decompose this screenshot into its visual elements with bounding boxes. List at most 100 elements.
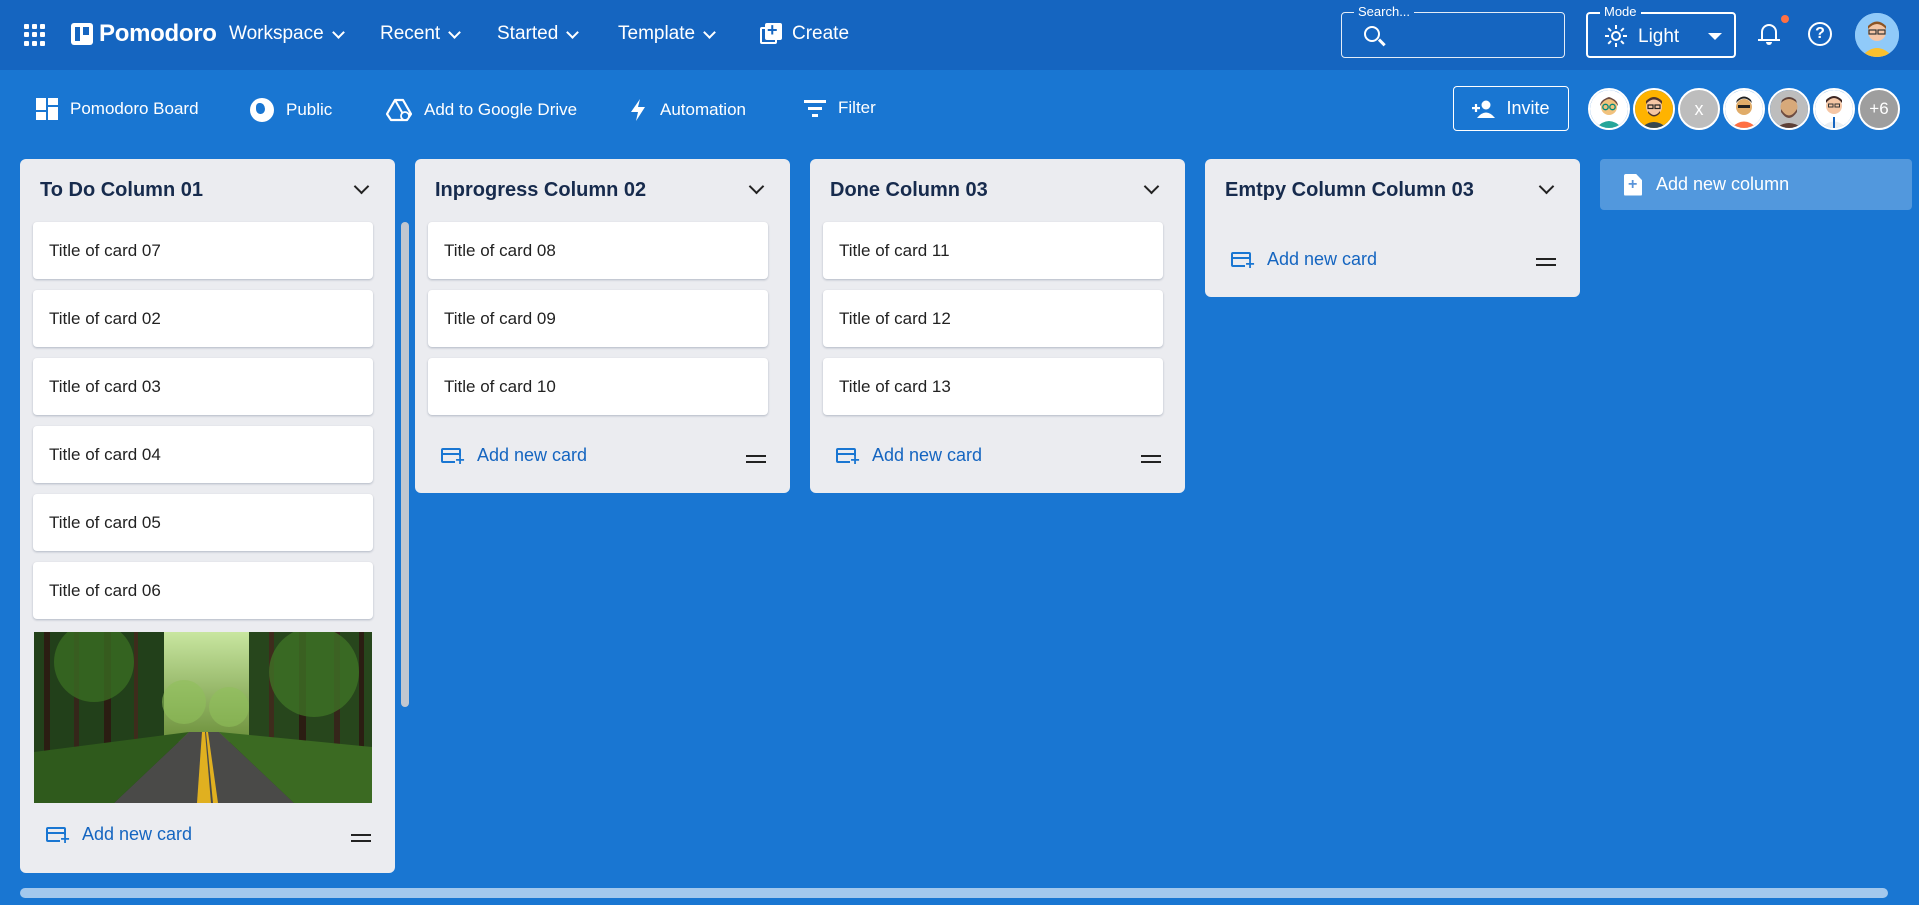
board-horizontal-scrollbar[interactable] (20, 888, 1888, 898)
user-avatar[interactable] (1855, 13, 1899, 57)
nav-template-label: Template (618, 23, 696, 44)
caret-down-icon (1708, 33, 1722, 40)
note-add-icon (1624, 173, 1642, 196)
board-card[interactable]: Title of card 07 (33, 222, 373, 279)
board-column: Done Column 03 Title of card 11 Title of… (810, 159, 1185, 493)
board-column: Emtpy Column Column 03 + Add new card (1205, 159, 1580, 297)
chevron-down-icon[interactable] (1143, 178, 1160, 195)
chevron-down-icon (448, 25, 462, 39)
column-scrollbar[interactable] (401, 222, 409, 707)
help-icon[interactable]: ? (1808, 22, 1832, 46)
add-card-button[interactable]: + Add new card (1231, 249, 1378, 272)
board-card[interactable]: Title of card 12 (823, 290, 1163, 347)
add-card-icon: + (836, 446, 860, 468)
add-card-label: Add new card (82, 824, 193, 844)
sun-icon (1606, 25, 1626, 47)
app-bar: Pomodoro Workspace Recent Started Templa… (0, 0, 1919, 70)
notifications-bell-icon[interactable] (1758, 22, 1780, 46)
filter-button[interactable]: Filter (804, 98, 876, 118)
member-avatar[interactable] (1588, 88, 1630, 130)
card-cover-image[interactable] (34, 632, 372, 803)
chevron-down-icon[interactable] (353, 178, 370, 195)
search-icon (1364, 26, 1380, 42)
add-card-label: Add new card (872, 445, 983, 465)
member-avatar[interactable] (1813, 88, 1855, 130)
column-title[interactable]: Done Column 03 (830, 179, 988, 202)
nav-template[interactable]: Template (618, 23, 716, 45)
board-card[interactable]: Title of card 02 (33, 290, 373, 347)
nav-recent[interactable]: Recent (380, 23, 462, 45)
search-input[interactable] (1394, 23, 1554, 47)
column-title[interactable]: To Do Column 01 (40, 179, 203, 202)
google-drive-button[interactable]: Add to Google Drive (386, 98, 577, 122)
nav-recent-label: Recent (380, 23, 441, 44)
drag-handle-icon[interactable] (1536, 258, 1556, 266)
add-card-label: Add new card (1267, 249, 1378, 269)
column-title[interactable]: Emtpy Column Column 03 (1225, 179, 1474, 202)
nav-workspace[interactable]: Workspace (229, 23, 345, 45)
add-card-icon: + (1231, 250, 1255, 272)
globe-icon (250, 98, 274, 122)
board-name: Pomodoro Board (70, 99, 199, 118)
add-card-button[interactable]: + Add new card (836, 445, 983, 468)
visibility-label: Public (286, 100, 333, 119)
add-card-button[interactable]: + Add new card (441, 445, 588, 468)
search-field[interactable]: Search... (1341, 4, 1565, 58)
board-column: Inprogress Column 02 Title of card 08 Ti… (415, 159, 790, 493)
add-card-button[interactable]: + Add new card (46, 824, 193, 847)
board-card[interactable]: Title of card 08 (428, 222, 768, 279)
board-card[interactable]: Title of card 10 (428, 358, 768, 415)
drag-handle-icon[interactable] (351, 834, 371, 842)
create-button[interactable]: Create (760, 20, 850, 45)
board-card[interactable]: Title of card 05 (33, 494, 373, 551)
chevron-down-icon (703, 25, 716, 39)
member-avatars: x +6 (1588, 88, 1900, 130)
nav-started[interactable]: Started (497, 23, 580, 45)
invite-button[interactable]: Invite (1453, 86, 1569, 131)
board-card[interactable]: Title of card 13 (823, 358, 1163, 415)
google-drive-icon (386, 98, 412, 122)
add-card-label: Add new card (477, 445, 588, 465)
apps-grid-icon[interactable] (24, 24, 46, 46)
chevron-down-icon (566, 25, 580, 39)
chevron-down-icon[interactable] (1538, 178, 1555, 195)
drag-handle-icon[interactable] (746, 455, 766, 463)
filter-icon (804, 100, 826, 117)
board-card[interactable]: Title of card 11 (823, 222, 1163, 279)
notification-badge (1781, 15, 1789, 23)
google-drive-label: Add to Google Drive (424, 100, 578, 119)
mode-value: Light (1638, 26, 1680, 47)
app-logo[interactable]: Pomodoro (71, 20, 217, 48)
create-label: Create (792, 23, 850, 44)
bolt-icon (631, 99, 645, 121)
board-card[interactable]: Title of card 03 (33, 358, 373, 415)
member-avatar[interactable] (1633, 88, 1675, 130)
add-column-button[interactable]: Add new column (1600, 159, 1912, 210)
mode-select[interactable]: Mode Light (1586, 4, 1736, 58)
member-avatar-initial[interactable]: x (1678, 88, 1720, 130)
member-avatar[interactable] (1768, 88, 1810, 130)
board-name-button[interactable]: Pomodoro Board (36, 98, 199, 120)
dashboard-icon (36, 98, 58, 120)
invite-label: Invite (1506, 98, 1550, 118)
board-logo-icon (71, 23, 93, 45)
nav-started-label: Started (497, 23, 559, 44)
add-card-icon: + (46, 825, 70, 847)
drag-handle-icon[interactable] (1141, 455, 1161, 463)
chevron-down-icon (331, 25, 345, 39)
board-card[interactable]: Title of card 04 (33, 426, 373, 483)
filter-label: Filter (838, 98, 876, 117)
column-title[interactable]: Inprogress Column 02 (435, 179, 646, 202)
visibility-button[interactable]: Public (250, 98, 332, 122)
board-card[interactable]: Title of card 09 (428, 290, 768, 347)
add-box-icon (760, 20, 782, 45)
mode-legend: Mode (1600, 4, 1641, 19)
board-card[interactable]: Title of card 06 (33, 562, 373, 619)
add-column-label: Add new column (1656, 174, 1790, 194)
member-avatar[interactable] (1723, 88, 1765, 130)
automation-button[interactable]: Automation (628, 98, 746, 122)
add-card-icon: + (441, 446, 465, 468)
more-members-badge[interactable]: +6 (1858, 88, 1900, 130)
chevron-down-icon[interactable] (748, 178, 765, 195)
nav-workspace-label: Workspace (229, 23, 324, 44)
